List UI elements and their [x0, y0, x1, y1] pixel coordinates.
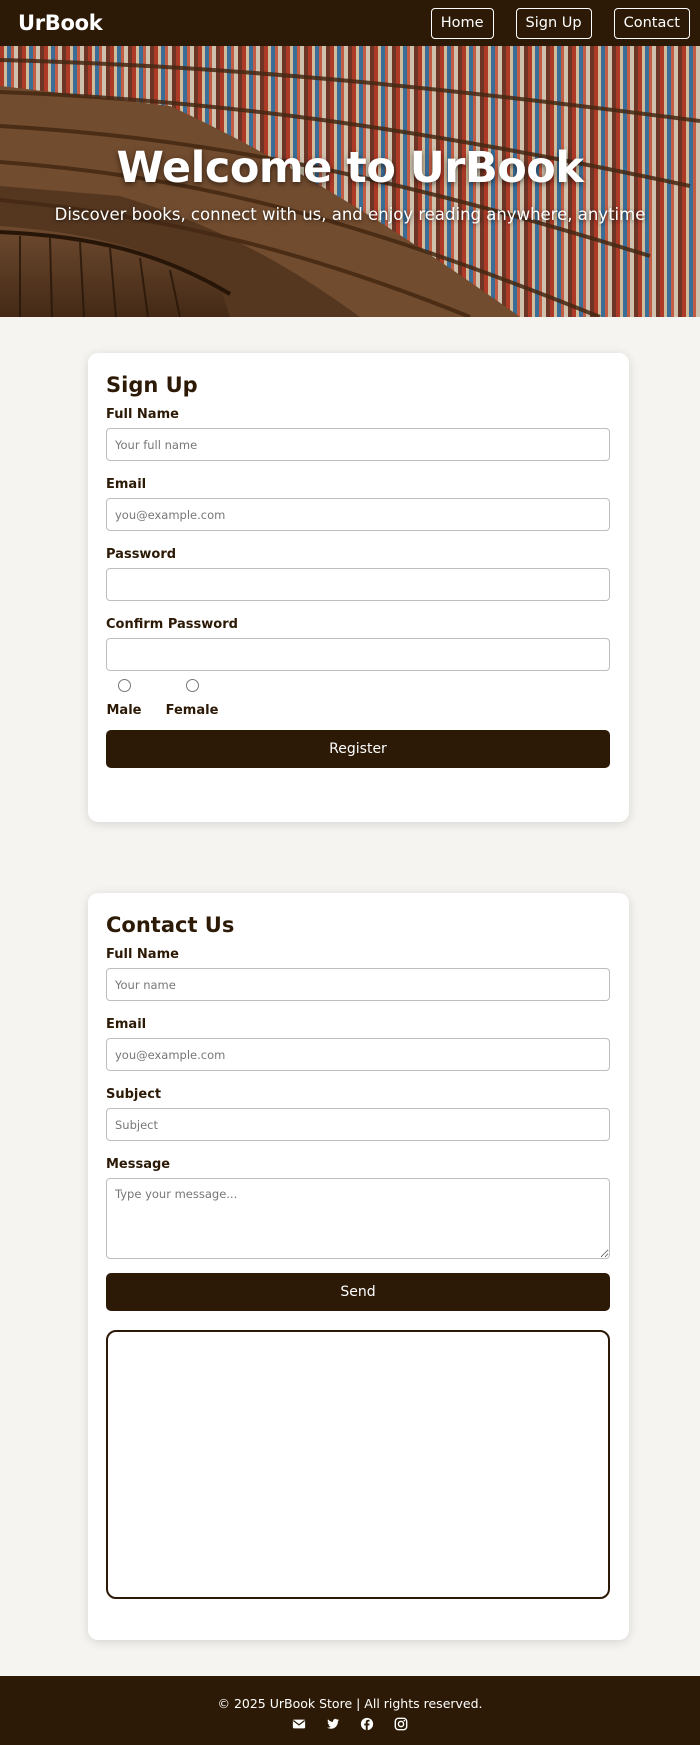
- signup-email-input[interactable]: [106, 498, 610, 531]
- contact-email-input[interactable]: [106, 1038, 610, 1071]
- signup-card: Sign Up Full Name Email Password Confirm…: [88, 353, 629, 822]
- nav-signup-button[interactable]: Sign Up: [515, 7, 592, 39]
- contact-name-group: Full Name: [106, 947, 611, 1001]
- signup-confirm-label: Confirm Password: [106, 617, 238, 632]
- signup-full-name-label: Full Name: [106, 407, 179, 422]
- hero-banner: Welcome to UrBook Discover books, connec…: [0, 46, 700, 317]
- contact-card: Contact Us Full Name Email Subject Messa…: [88, 893, 629, 1640]
- gender-female-radio[interactable]: [185, 679, 199, 692]
- gender-male-radio[interactable]: [117, 679, 131, 692]
- nav-contact-button[interactable]: Contact: [613, 7, 690, 39]
- gender-female-option[interactable]: Female: [165, 679, 219, 718]
- gender-female-label: Female: [165, 703, 219, 718]
- contact-name-label: Full Name: [106, 947, 179, 962]
- contact-email-label: Email: [106, 1017, 147, 1032]
- contact-heading: Contact Us: [106, 913, 235, 937]
- signup-password-group: Password: [106, 547, 611, 601]
- contact-subject-group: Subject: [106, 1087, 611, 1141]
- contact-message-group: Message: [106, 1157, 611, 1263]
- social-links: [0, 1717, 700, 1731]
- signup-confirm-password-input[interactable]: [106, 638, 610, 671]
- envelope-icon[interactable]: [292, 1717, 306, 1731]
- signup-heading: Sign Up: [106, 373, 198, 397]
- register-button[interactable]: Register: [106, 730, 610, 768]
- contact-email-group: Email: [106, 1017, 611, 1071]
- gender-male-label: Male: [106, 703, 142, 718]
- navbar: UrBook Home Sign Up Contact: [0, 0, 700, 46]
- signup-confirm-group: Confirm Password: [106, 617, 611, 671]
- footer-copyright: © 2025 UrBook Store | All rights reserve…: [217, 1696, 483, 1711]
- contact-name-input[interactable]: [106, 968, 610, 1001]
- signup-full-name-group: Full Name: [106, 407, 611, 461]
- facebook-icon[interactable]: [360, 1717, 374, 1731]
- signup-email-group: Email: [106, 477, 611, 531]
- contact-subject-input[interactable]: [106, 1108, 610, 1141]
- brand-logo[interactable]: UrBook: [18, 11, 103, 35]
- signup-email-label: Email: [106, 477, 147, 492]
- nav-links: Home Sign Up Contact: [430, 7, 690, 39]
- gender-male-option[interactable]: Male: [106, 679, 142, 718]
- hero-subtitle: Discover books, connect with us, and enj…: [54, 205, 646, 224]
- gender-radio-group: Male Female: [106, 679, 611, 718]
- contact-message-textarea[interactable]: [106, 1178, 610, 1259]
- twitter-icon[interactable]: [326, 1717, 340, 1731]
- nav-home-button[interactable]: Home: [430, 7, 494, 39]
- contact-message-label: Message: [106, 1157, 171, 1172]
- send-button[interactable]: Send: [106, 1273, 610, 1311]
- hero-title: Welcome to UrBook: [116, 143, 584, 193]
- signup-password-input[interactable]: [106, 568, 610, 601]
- instagram-icon[interactable]: [394, 1717, 408, 1731]
- signup-full-name-input[interactable]: [106, 428, 610, 461]
- contact-output-box: [106, 1330, 610, 1599]
- signup-password-label: Password: [106, 547, 177, 562]
- contact-subject-label: Subject: [106, 1087, 162, 1102]
- footer: © 2025 UrBook Store | All rights reserve…: [0, 1676, 700, 1745]
